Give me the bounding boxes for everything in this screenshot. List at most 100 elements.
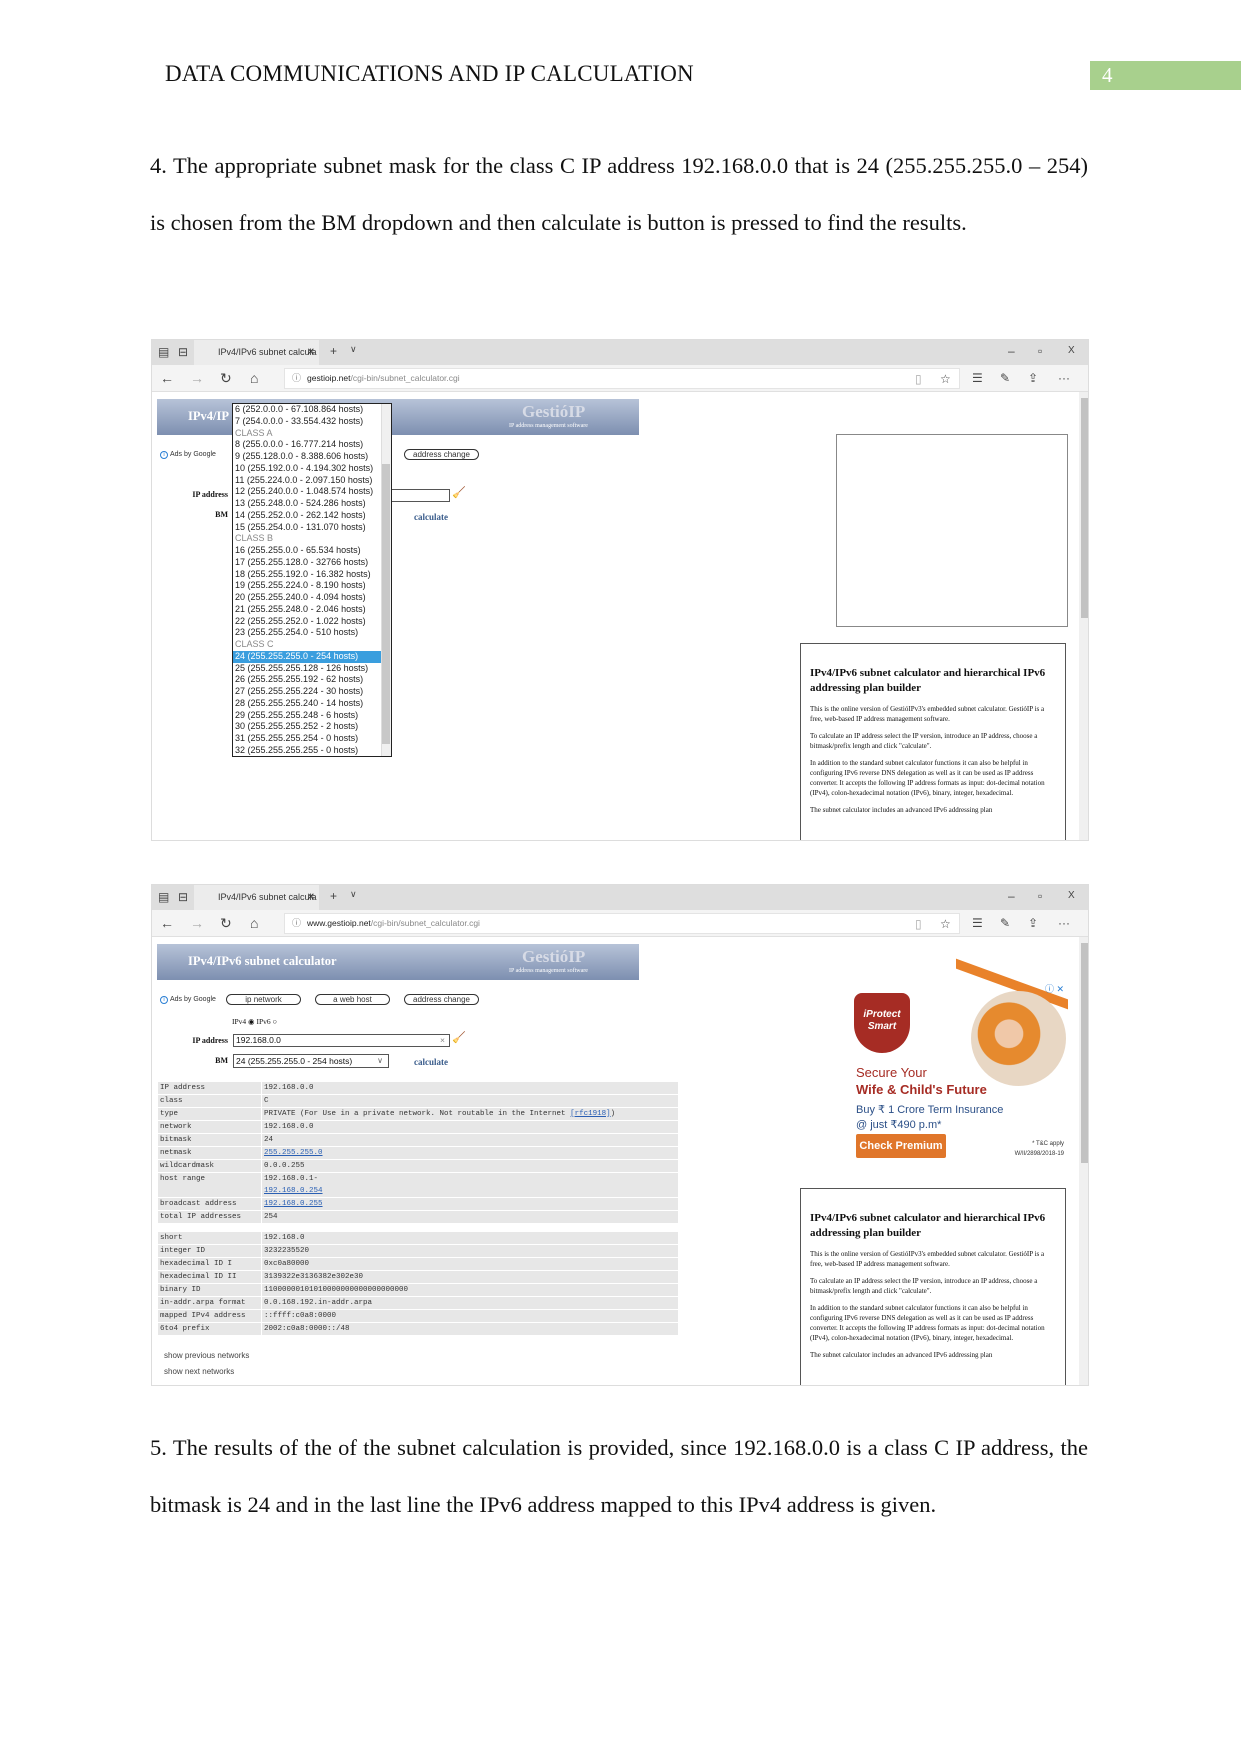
dropdown-option[interactable]: 23 (255.255.254.0 - 510 hosts) [233,627,381,639]
restore-icon[interactable]: ▫ [1038,345,1042,357]
back-icon[interactable]: ← [160,371,174,385]
show-previous-networks-link[interactable]: show previous networks [164,1351,249,1360]
dropdown-option[interactable]: 19 (255.255.224.0 - 8.190 hosts) [233,580,381,592]
tabs-aside-icon[interactable]: ▤ [158,346,169,358]
dropdown-option[interactable]: 13 (255.248.0.0 - 524.286 hosts) [233,498,381,510]
calculate-button[interactable]: calculate [414,512,448,522]
browser-tab[interactable]: IPv4/IPv6 subnet calcula ✕ [194,340,319,365]
dropdown-scrollbar[interactable] [381,404,391,756]
dropdown-option[interactable]: 28 (255.255.255.240 - 14 hosts) [233,698,381,710]
ads-by-google[interactable]: i Ads by Google [160,451,216,459]
back-tab-icon[interactable]: ⊟ [178,891,188,903]
dropdown-option[interactable]: 31 (255.255.255.254 - 0 hosts) [233,733,381,745]
dropdown-option[interactable]: 9 (255.128.0.0 - 8.388.606 hosts) [233,451,381,463]
value-link[interactable]: 192.168.0.254 [264,1187,323,1195]
share-icon[interactable]: ⇪ [1028,372,1038,384]
dropdown-option[interactable]: 24 (255.255.255.0 - 254 hosts) [233,650,381,663]
refresh-icon[interactable]: ↻ [220,916,232,930]
clear-input-icon[interactable]: × [440,1035,445,1046]
dropdown-option[interactable]: 32 (255.255.255.255 - 0 hosts) [233,745,381,756]
web-host-button[interactable]: a web host [315,994,390,1005]
ipv4-radio[interactable]: ◉ [248,1017,255,1026]
dropdown-option[interactable]: 8 (255.0.0.0 - 16.777.214 hosts) [233,439,381,451]
ipv6-radio[interactable]: ○ [273,1017,278,1026]
close-icon[interactable]: ✕ [307,885,315,910]
address-change-button[interactable]: address change [404,449,479,460]
scroll-thumb[interactable] [1081,943,1088,1163]
forward-icon[interactable]: → [190,916,204,930]
value-link[interactable]: 255.255.255.0 [264,1149,323,1157]
bm-select[interactable]: 24 (255.255.255.0 - 254 hosts) ∨ [233,1054,389,1068]
clear-broom-icon[interactable]: 🧹 [452,1031,466,1044]
dropdown-option[interactable]: 11 (255.224.0.0 - 2.097.150 hosts) [233,475,381,487]
dropdown-scroll-thumb[interactable] [382,464,390,744]
close-icon[interactable]: ✕ [307,340,315,365]
window-close-icon[interactable]: X [1068,346,1075,356]
value-link[interactable]: 192.168.0.255 [264,1200,323,1208]
value-link[interactable]: [rfc1918] [570,1110,611,1118]
refresh-icon[interactable]: ↻ [220,371,232,385]
chevron-down-icon[interactable]: ∨ [350,345,357,354]
share-icon[interactable]: ⇪ [1028,917,1038,929]
address-change-button[interactable]: address change [404,994,479,1005]
insurance-ad[interactable]: ⓘ ✕ iProtect Smart Secure Your Wife & Chi… [836,958,1068,1172]
dropdown-option[interactable]: 14 (255.252.0.0 - 262.142 hosts) [233,510,381,522]
pen-icon[interactable]: ✎ [1000,372,1010,384]
back-icon[interactable]: ← [160,916,174,930]
ip-address-input[interactable]: 192.168.0.0 × [233,1034,450,1047]
dropdown-option[interactable]: 12 (255.240.0.0 - 1.048.574 hosts) [233,486,381,498]
minimize-icon[interactable]: – [1008,345,1015,357]
dropdown-option[interactable]: 29 (255.255.255.248 - 6 hosts) [233,710,381,722]
check-premium-button[interactable]: Check Premium [856,1134,946,1158]
more-icon[interactable]: ··· [1058,917,1070,929]
back-tab-icon[interactable]: ⊟ [178,346,188,358]
dropdown-option[interactable]: 16 (255.255.0.0 - 65.534 hosts) [233,545,381,557]
dropdown-option[interactable]: 6 (252.0.0.0 - 67.108.864 hosts) [233,404,381,416]
calculate-button[interactable]: calculate [414,1057,448,1067]
reading-view-icon[interactable]: ▯ [915,373,922,385]
dropdown-option[interactable]: 18 (255.255.192.0 - 16.382 hosts) [233,569,381,581]
dropdown-option[interactable]: 22 (255.255.252.0 - 1.022 hosts) [233,616,381,628]
favorites-list-icon[interactable]: ☰ [972,372,983,384]
new-tab-icon[interactable]: + [330,345,337,357]
dropdown-option[interactable]: 10 (255.192.0.0 - 4.194.302 hosts) [233,463,381,475]
dropdown-option[interactable]: 25 (255.255.255.128 - 126 hosts) [233,663,381,675]
url-input[interactable]: ⓘ gestioip.net/cgi-bin/subnet_calculator.… [284,368,960,389]
ip-network-button[interactable]: ip network [226,994,301,1005]
forward-icon[interactable]: → [190,371,204,385]
restore-icon[interactable]: ▫ [1038,890,1042,902]
ads-by-google[interactable]: i Ads by Google [160,996,216,1004]
dropdown-option[interactable]: 26 (255.255.255.192 - 62 hosts) [233,674,381,686]
home-icon[interactable]: ⌂ [250,916,258,930]
dropdown-option[interactable]: 15 (255.254.0.0 - 131.070 hosts) [233,522,381,534]
page-scrollbar[interactable] [1079,392,1088,840]
new-tab-icon[interactable]: + [330,890,337,902]
dropdown-option[interactable]: 27 (255.255.255.224 - 30 hosts) [233,686,381,698]
clear-broom-icon[interactable]: 🧹 [452,486,466,499]
row-value: PRIVATE (For Use in a private network. N… [264,1110,616,1118]
bm-dropdown-list[interactable]: 6 (252.0.0.0 - 67.108.864 hosts) 7 (254.0… [232,403,392,757]
pen-icon[interactable]: ✎ [1000,917,1010,929]
favorite-star-icon[interactable]: ☆ [940,373,951,385]
minimize-icon[interactable]: – [1008,890,1015,902]
home-icon[interactable]: ⌂ [250,371,258,385]
show-next-networks-link[interactable]: show next networks [164,1367,234,1376]
window-close-icon[interactable]: X [1068,891,1075,901]
scroll-thumb[interactable] [1081,398,1088,618]
chevron-down-icon[interactable]: ∨ [350,890,357,899]
dropdown-option[interactable]: 30 (255.255.255.252 - 2 hosts) [233,721,381,733]
favorites-list-icon[interactable]: ☰ [972,917,983,929]
browser-tab[interactable]: IPv4/IPv6 subnet calcula ✕ [194,885,319,910]
dropdown-option[interactable]: 21 (255.255.248.0 - 2.046 hosts) [233,604,381,616]
tabs-aside-icon[interactable]: ▤ [158,891,169,903]
adchoices-icon[interactable]: ⓘ ✕ [1045,982,1064,995]
dropdown-option[interactable]: 17 (255.255.128.0 - 32766 hosts) [233,557,381,569]
reading-view-icon[interactable]: ▯ [915,918,922,930]
favorite-star-icon[interactable]: ☆ [940,918,951,930]
more-icon[interactable]: ··· [1058,372,1070,384]
ip-address-input[interactable] [388,489,450,502]
dropdown-option[interactable]: 20 (255.255.240.0 - 4.094 hosts) [233,592,381,604]
url-input[interactable]: ⓘ www.gestioip.net/cgi-bin/subnet_calcula… [284,913,960,934]
page-scrollbar[interactable] [1079,937,1088,1385]
dropdown-option[interactable]: 7 (254.0.0.0 - 33.554.432 hosts) [233,416,381,428]
